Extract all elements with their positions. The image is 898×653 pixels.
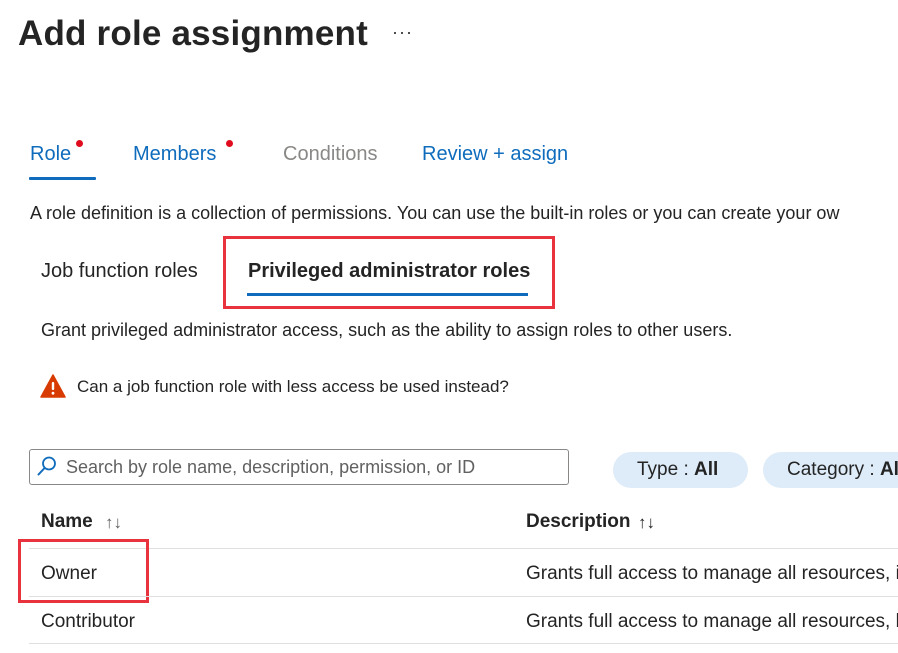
search-icon xyxy=(37,456,56,476)
divider xyxy=(29,548,898,549)
tab-role[interactable]: Role xyxy=(30,143,71,166)
page-title: Add role assignment xyxy=(18,14,368,53)
tab-conditions[interactable]: Conditions xyxy=(283,143,378,166)
type-filter-pill[interactable]: Type : All xyxy=(613,452,748,488)
tab-review-assign[interactable]: Review + assign xyxy=(422,143,568,166)
table-row-description: Grants full access to manage all resourc… xyxy=(526,611,898,632)
tab-job-function-roles[interactable]: Job function roles xyxy=(41,260,198,283)
category-filter-value: Al xyxy=(879,459,898,480)
type-filter-label: Type : xyxy=(637,459,695,480)
highlight-box xyxy=(223,236,555,309)
divider xyxy=(29,643,898,644)
category-filter-label: Category : xyxy=(787,459,880,480)
sort-icon[interactable]: ↑↓ xyxy=(105,513,122,533)
highlight-box xyxy=(18,539,149,603)
tab-review-assign-label: Review + assign xyxy=(422,143,569,165)
tab-members[interactable]: Members xyxy=(133,143,216,166)
tab-job-function-roles-label: Job function roles xyxy=(41,260,198,282)
required-indicator-icon xyxy=(76,140,83,147)
active-tab-indicator xyxy=(29,177,96,180)
tab-conditions-label: Conditions xyxy=(283,143,378,165)
divider xyxy=(29,596,898,597)
sort-icon[interactable]: ↑↓ xyxy=(638,513,655,533)
required-indicator-icon xyxy=(226,140,233,147)
table-row-name[interactable]: Contributor xyxy=(41,611,135,633)
privileged-roles-description: Grant privileged administrator access, s… xyxy=(41,320,733,340)
column-header-description[interactable]: Description xyxy=(526,511,631,533)
more-options-button[interactable]: ··· xyxy=(392,22,413,43)
column-header-name[interactable]: Name xyxy=(41,511,93,533)
tab-members-label: Members xyxy=(133,143,217,165)
category-filter-pill[interactable]: Category : Al xyxy=(763,452,898,488)
warning-icon xyxy=(40,374,66,398)
search-input[interactable] xyxy=(60,451,572,483)
tab-role-label: Role xyxy=(30,143,72,165)
column-header-description-label: Description xyxy=(526,511,631,532)
role-definition-description: A role definition is a collection of per… xyxy=(30,203,840,223)
type-filter-value: All xyxy=(694,459,719,480)
warning-message: Can a job function role with less access… xyxy=(77,377,509,396)
column-header-name-label: Name xyxy=(41,511,93,532)
table-row-description: Grants full access to manage all resourc… xyxy=(526,563,898,584)
